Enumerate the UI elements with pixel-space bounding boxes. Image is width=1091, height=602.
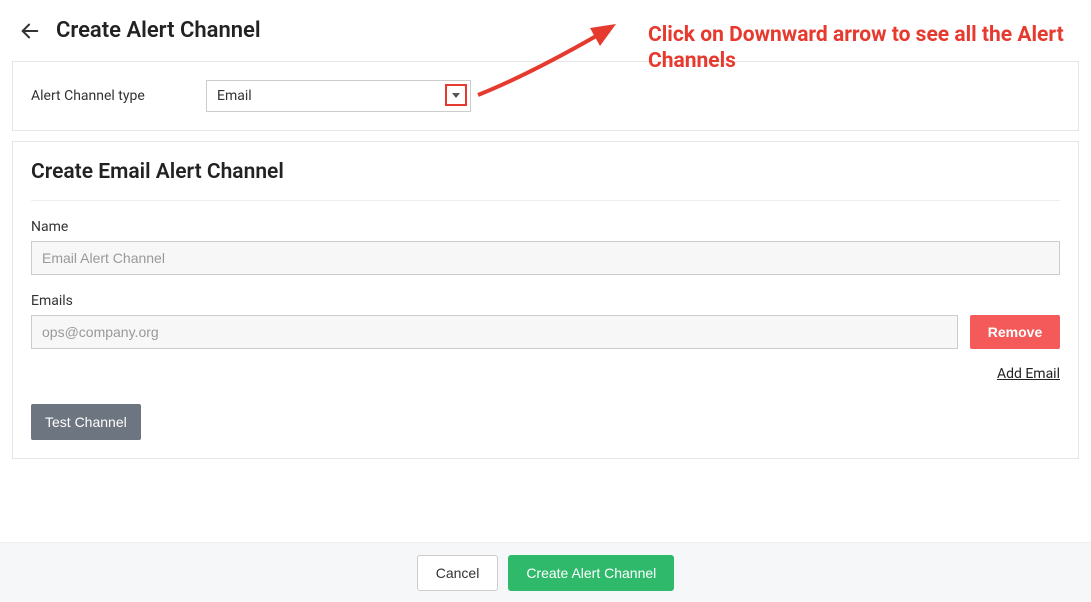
page-title: Create Alert Channel xyxy=(56,18,261,43)
test-channel-button[interactable]: Test Channel xyxy=(31,404,141,440)
create-email-panel: Create Email Alert Channel Name Emails R… xyxy=(12,141,1079,459)
arrow-left-icon xyxy=(19,20,41,42)
create-alert-channel-button[interactable]: Create Alert Channel xyxy=(508,555,674,591)
name-input[interactable] xyxy=(31,241,1060,275)
channel-type-panel: Alert Channel type Email xyxy=(12,61,1079,131)
name-label: Name xyxy=(31,219,1060,235)
channel-type-label: Alert Channel type xyxy=(31,88,206,104)
channel-type-select[interactable]: Email xyxy=(206,80,471,112)
remove-email-button[interactable]: Remove xyxy=(970,315,1060,349)
footer-bar: Cancel Create Alert Channel xyxy=(0,542,1091,602)
email-input[interactable] xyxy=(31,315,958,349)
cancel-button[interactable]: Cancel xyxy=(417,555,499,591)
emails-label: Emails xyxy=(31,293,1060,309)
add-email-link[interactable]: Add Email xyxy=(997,366,1060,382)
section-title: Create Email Alert Channel xyxy=(31,160,1060,201)
back-button[interactable] xyxy=(18,19,42,43)
